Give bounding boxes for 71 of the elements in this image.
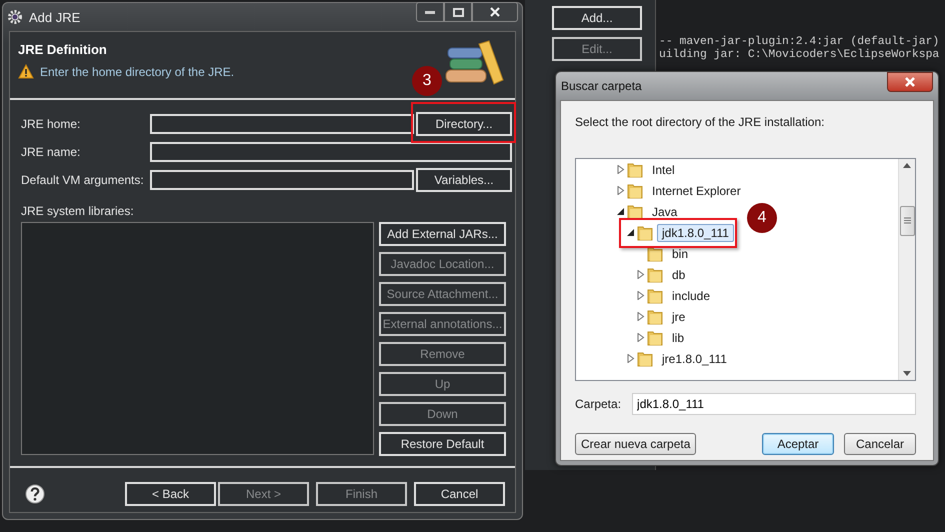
folder-icon — [647, 246, 663, 262]
console-line: -- maven-jar-plugin:2.4:jar (default-jar) — [659, 36, 940, 48]
maximize-icon — [452, 8, 464, 16]
tree-item[interactable]: jre — [667, 308, 690, 326]
wizard-button[interactable]: < Back — [125, 482, 216, 506]
dialog-button[interactable]: Cancelar — [844, 433, 916, 455]
close-button[interactable] — [887, 72, 933, 92]
folder-icon — [637, 224, 653, 240]
tree-item[interactable]: bin — [667, 244, 694, 262]
collapsed-arrow-icon[interactable] — [626, 354, 634, 363]
close-icon — [490, 7, 500, 17]
input-field[interactable] — [150, 142, 512, 162]
status-message: Enter the home directory of the JRE. — [40, 64, 234, 78]
collapsed-arrow-icon[interactable] — [636, 333, 644, 342]
warning-icon — [18, 64, 34, 79]
folder-field[interactable]: jdk1.8.0_111 — [632, 393, 916, 415]
section-label: JRE system libraries: — [20, 203, 135, 218]
help-icon[interactable] — [25, 484, 45, 504]
collapsed-arrow-icon[interactable] — [636, 270, 644, 279]
close-button[interactable] — [472, 2, 518, 22]
dialog-button[interactable]: Crear nueva carpeta — [575, 433, 696, 455]
grip-icon — [904, 217, 910, 224]
folder-icon — [647, 330, 663, 346]
tree-item[interactable]: Intel — [647, 160, 680, 178]
tree-item[interactable]: jdk1.8.0_111 — [657, 224, 734, 242]
gear-icon — [7, 9, 23, 25]
page-title: JRE Definition — [18, 42, 108, 57]
scroll-down-icon[interactable] — [903, 371, 911, 376]
field-label: JRE home: — [21, 117, 82, 131]
maximize-button[interactable] — [444, 2, 472, 22]
folder-icon — [637, 350, 653, 366]
tree-item[interactable]: db — [667, 266, 690, 284]
close-icon — [904, 77, 916, 87]
library-button[interactable]: Restore Default — [379, 432, 506, 456]
collapsed-arrow-icon[interactable] — [616, 165, 624, 174]
folder-icon — [627, 162, 643, 178]
folder-icon — [647, 288, 663, 304]
tree-item[interactable]: Java — [647, 202, 682, 220]
collapsed-arrow-icon[interactable] — [636, 312, 644, 321]
field-label: Carpeta: — [575, 397, 622, 411]
scroll-up-icon[interactable] — [903, 163, 911, 168]
minimize-icon — [425, 10, 435, 14]
folder-icon — [647, 308, 663, 324]
window-title: Add JRE — [29, 10, 82, 24]
tree-item[interactable]: jre1.8.0_111 — [657, 350, 732, 368]
tree-item[interactable]: Internet Explorer — [647, 182, 746, 200]
tree-item[interactable]: include — [667, 286, 716, 304]
input-field[interactable] — [150, 114, 414, 134]
minimize-button[interactable] — [416, 2, 444, 22]
dialog-title: Buscar carpeta — [561, 79, 643, 93]
field-label: Default VM arguments: — [21, 173, 145, 187]
expanded-arrow-icon[interactable] — [626, 228, 634, 237]
library-button[interactable]: Add External JARs... — [379, 222, 506, 246]
collapsed-arrow-icon[interactable] — [616, 186, 624, 195]
wizard-button[interactable]: Cancel — [414, 482, 505, 506]
tree-item[interactable]: lib — [667, 328, 690, 346]
input-field[interactable] — [150, 170, 414, 190]
field-label: JRE name: — [21, 145, 82, 159]
browse-button[interactable]: Directory... — [416, 112, 512, 136]
console-line: uilding jar: C:\Movicoders\EclipseWorkspa — [659, 49, 940, 61]
dialog-prompt: Select the root directory of the JRE installation: — [575, 114, 826, 131]
dialog-button[interactable]: Aceptar — [762, 433, 834, 455]
folder-icon — [627, 204, 643, 220]
expanded-arrow-icon[interactable] — [616, 207, 624, 216]
browse-button[interactable]: Variables... — [416, 168, 512, 192]
collapsed-arrow-icon[interactable] — [636, 291, 644, 300]
scrollbar[interactable] — [898, 159, 915, 380]
folder-icon — [647, 266, 663, 282]
scroll-thumb[interactable] — [900, 206, 914, 236]
folder-icon — [627, 182, 643, 198]
side-button[interactable]: Add... — [552, 6, 642, 30]
